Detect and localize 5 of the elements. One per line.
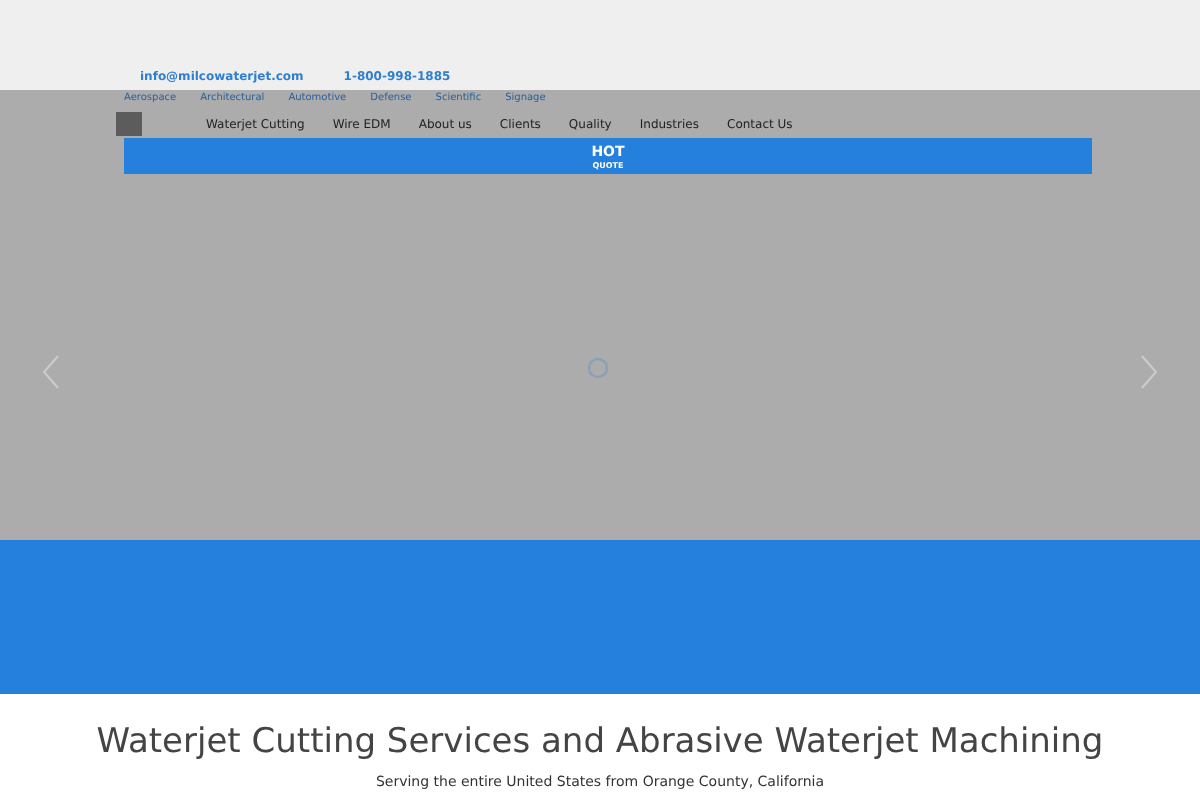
page-heading: Waterjet Cutting Services and Abrasive Waterjet Machining bbox=[94, 722, 1106, 762]
chevron-right-icon[interactable] bbox=[1140, 354, 1160, 390]
loading-spinner-icon bbox=[586, 356, 610, 380]
chevron-left-icon[interactable] bbox=[40, 354, 60, 390]
logo-square bbox=[116, 112, 142, 136]
